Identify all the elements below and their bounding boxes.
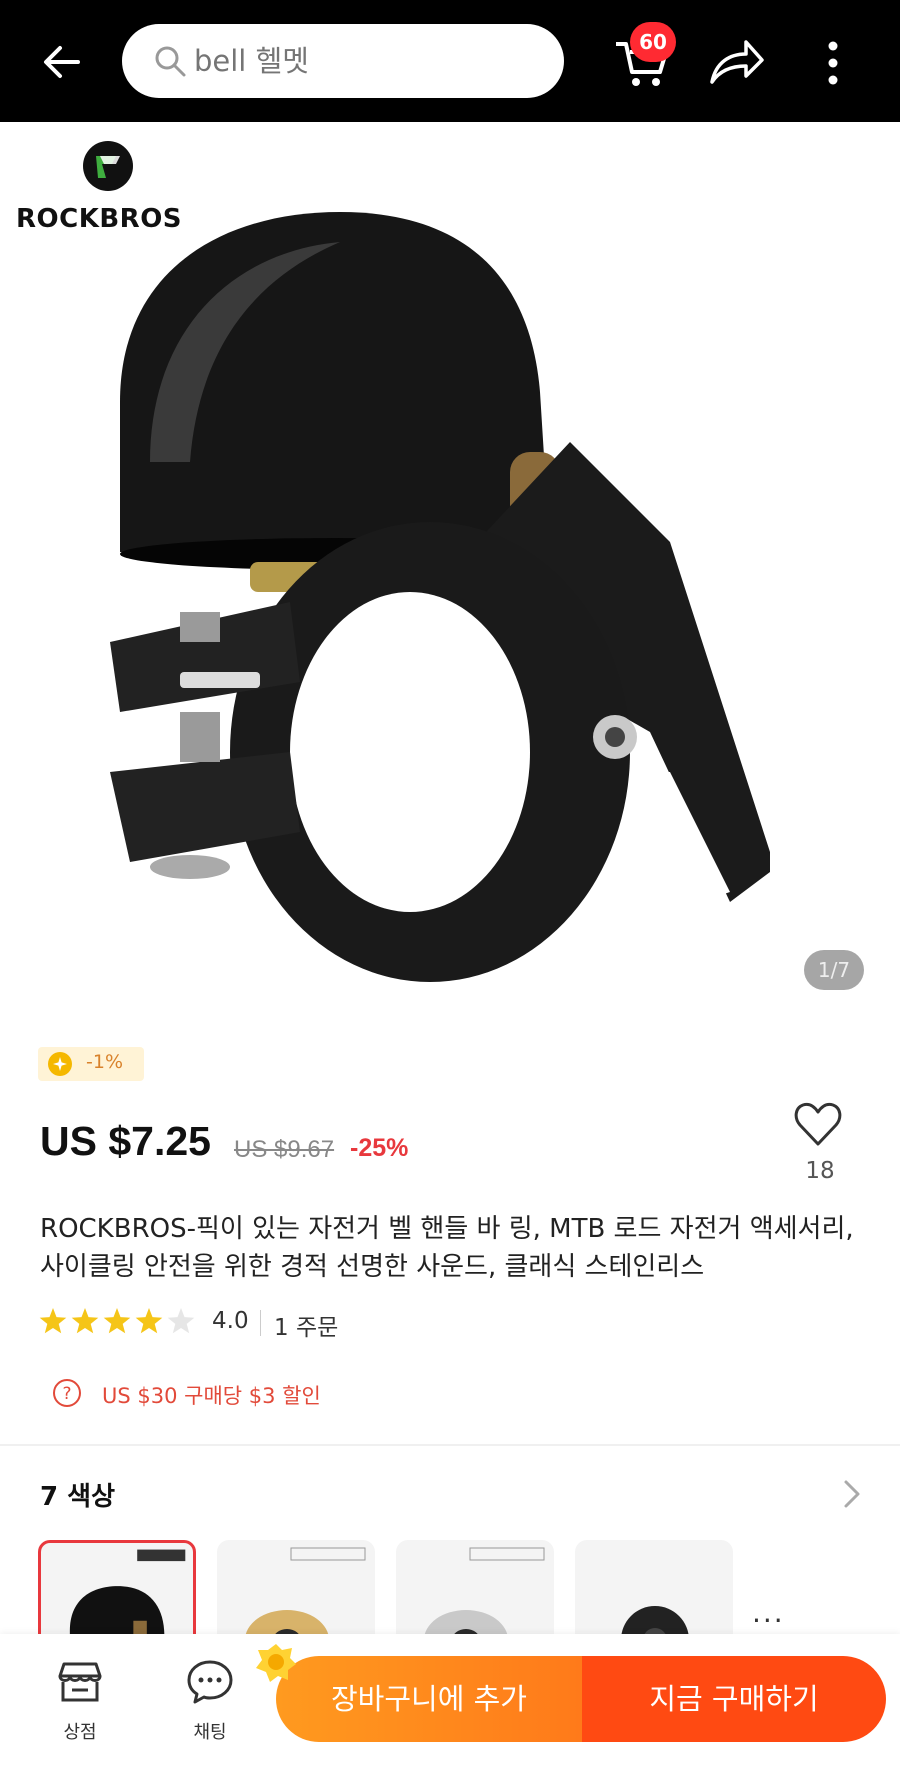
heart-icon[interactable] [792,1098,844,1150]
top-bar: 60 [0,0,900,122]
original-price: US $9.67 [234,1136,335,1163]
add-to-cart-button[interactable]: 장바구니에 추가 [276,1656,582,1742]
more-options-icon[interactable] [818,38,848,88]
rating-value: 4.0 [212,1308,249,1334]
product-title: ROCKBROS-픽이 있는 자전거 벨 핸들 바 링, MTB 로드 자전거 … [40,1214,854,1282]
star-icon [39,1308,67,1334]
star-rating-icon [39,1308,195,1334]
wishlist-count: 18 [805,1158,835,1184]
coin-discount-tag: -1% [38,1047,144,1081]
image-counter: 1/7 [804,950,864,990]
search-input[interactable] [194,38,534,84]
chat-icon [187,1660,233,1704]
back-arrow-icon[interactable] [38,38,86,86]
coin-icon [256,1644,296,1682]
section-divider [0,1444,900,1446]
star-icon [167,1308,195,1334]
discount-percent: -25% [350,1134,409,1162]
svg-text:?: ? [62,1384,71,1404]
product-image-gallery[interactable]: ROCKBROS 1/7 [0,122,900,1022]
star-icon [135,1308,163,1334]
store-promotion[interactable]: ? US $30 구매당 $3 할인 [52,1378,552,1410]
buy-now-button[interactable]: 지금 구매하기 [582,1656,886,1742]
variants-title[interactable]: 7 색상 [40,1476,115,1513]
coin-discount-label: -1% [86,1051,123,1073]
rating-row[interactable]: 4.0 1 주문 [38,1306,398,1342]
question-circle-icon: ? [53,1379,81,1407]
search-bar[interactable] [122,24,564,98]
star-icon [103,1308,131,1334]
store-label: 상점 [63,1722,97,1743]
bike-bell-product-image [110,212,770,982]
bottom-action-bar: 상점 채팅 장바구니에 추가 지금 구매하기 [0,1634,900,1769]
store-button[interactable]: 상점 [40,1656,120,1756]
rating-divider [260,1310,261,1336]
store-icon [58,1662,102,1702]
chat-label: 채팅 [193,1722,227,1743]
chat-button[interactable]: 채팅 [170,1656,250,1756]
current-price: US $7.25 [40,1118,211,1164]
coin-icon [48,1052,72,1076]
promotion-text: US $30 구매당 $3 할인 [102,1384,321,1408]
chevron-right-icon[interactable] [840,1478,864,1510]
star-icon [71,1308,99,1334]
orders-count: 1 주문 [274,1315,339,1341]
cart-count-badge: 60 [630,22,676,62]
share-icon[interactable] [708,38,766,88]
more-variants-indicator[interactable]: ... [752,1596,785,1629]
search-icon [155,46,186,77]
